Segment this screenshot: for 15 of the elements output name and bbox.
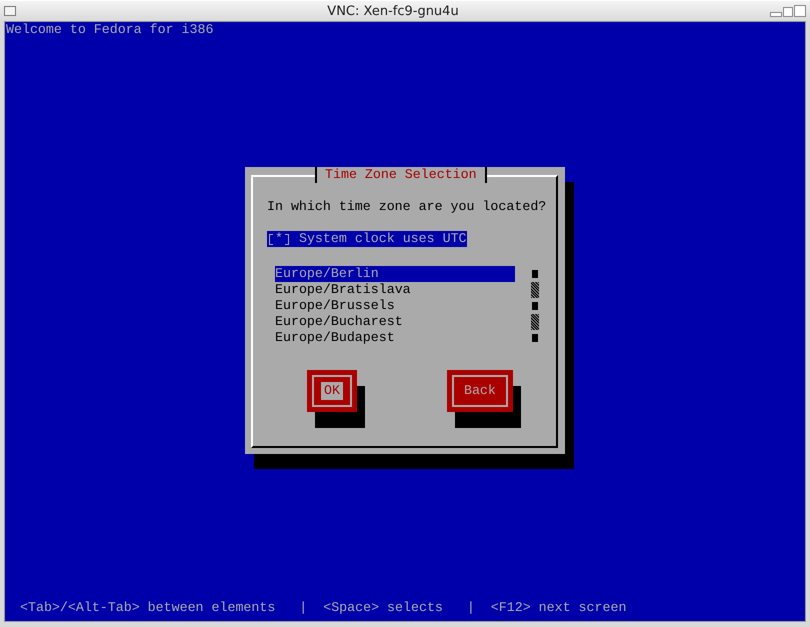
welcome-text: Welcome to Fedora for i386 bbox=[5, 22, 214, 38]
utc-checkbox[interactable]: * System clock uses UTC bbox=[267, 231, 467, 247]
timezone-item[interactable]: Europe/Berlin bbox=[275, 266, 515, 282]
window-title: VNC: Xen-fc9-gnu4u bbox=[327, 4, 459, 18]
status-bar-text: <Tab>/<Alt-Tab> between elements | <Space> selects | <F12> next screen bbox=[19, 600, 626, 616]
question-text: In which time zone are you located? bbox=[267, 199, 546, 215]
timezone-item[interactable]: Europe/Budapest bbox=[275, 330, 515, 346]
timezone-item[interactable]: Europe/Bucharest bbox=[275, 314, 515, 330]
timezone-item[interactable]: Europe/Bratislava bbox=[275, 282, 515, 298]
dialog-title: Time Zone Selection bbox=[315, 167, 487, 183]
minimize-icon[interactable] bbox=[770, 12, 782, 17]
window-menu-icon[interactable] bbox=[4, 6, 16, 16]
timezone-item[interactable]: Europe/Brussels bbox=[275, 298, 515, 314]
maximize-icon[interactable] bbox=[782, 7, 793, 17]
close-icon[interactable] bbox=[794, 5, 806, 17]
